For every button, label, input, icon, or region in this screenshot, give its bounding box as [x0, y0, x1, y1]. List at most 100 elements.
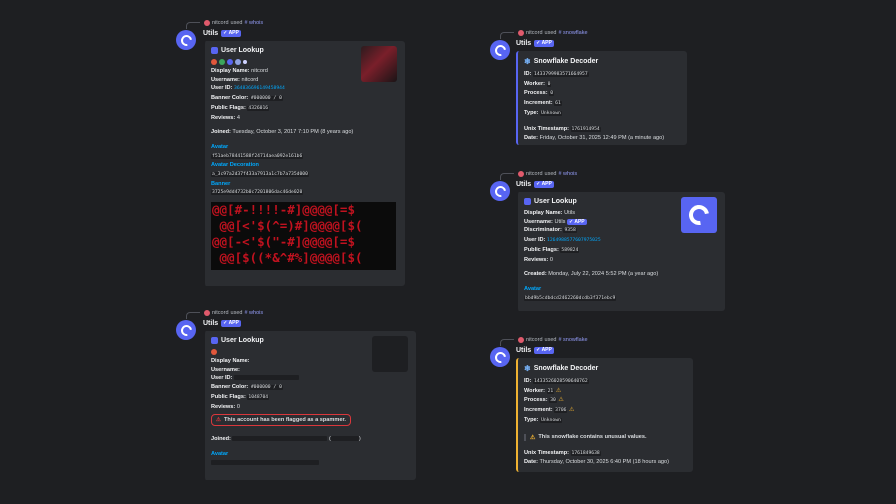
badge-icon	[219, 59, 225, 65]
process-value: 30	[549, 398, 557, 404]
username: Utils	[554, 218, 566, 225]
user-lookup-embed: User Lookup Display Name: nitcord Userna…	[203, 41, 405, 286]
reply-command[interactable]: # whois	[244, 20, 263, 26]
discord-bot-avatar-icon	[492, 183, 508, 199]
reply-header[interactable]: nitcord used # snowflake	[500, 336, 588, 346]
bot-avatar[interactable]	[176, 30, 196, 50]
increment-value: 3706	[554, 408, 568, 414]
message-author: Utils ✓ APP	[516, 181, 554, 188]
app-tag: ✓ APP	[566, 218, 587, 225]
discord-bot-avatar-icon	[685, 201, 713, 229]
user-lookup-embed: User Lookup Display Name: Username: User…	[203, 331, 416, 480]
warning-icon: ⚠	[216, 417, 222, 424]
public-flags: 1048704	[247, 394, 270, 400]
author-name[interactable]: Utils	[203, 320, 218, 327]
banner-link[interactable]: Banner	[211, 181, 230, 187]
message-author: Utils ✓ APP	[203, 30, 241, 37]
badge-icon	[211, 349, 217, 355]
banner-color: #000000 / 0	[249, 96, 283, 102]
lookup-icon	[211, 47, 218, 54]
increment-value: 61	[554, 101, 562, 107]
public-flags: 4326016	[247, 105, 270, 111]
public-flags: 589824	[560, 247, 580, 253]
app-tag: ✓ APP	[534, 40, 554, 47]
unix-timestamp: 1761914954	[570, 126, 601, 132]
app-tag: ✓ APP	[221, 320, 241, 327]
user-avatar-icon	[518, 336, 524, 343]
process-value: 0	[549, 91, 555, 97]
unix-timestamp: 1761849638	[570, 450, 601, 456]
avatar-thumbnail[interactable]	[361, 46, 397, 82]
reply-connector	[186, 22, 200, 29]
message-author: Utils ✓ APP	[516, 347, 554, 354]
bot-avatar[interactable]	[490, 347, 510, 367]
redacted-avatar-hash	[211, 459, 319, 465]
badge-icon	[227, 59, 233, 65]
user-avatar-icon	[204, 19, 210, 26]
app-tag: ✓ APP	[534, 181, 554, 188]
reply-connector	[500, 339, 514, 346]
snowflake-id: 1433799983571664957	[533, 72, 589, 77]
snowflake-icon: ❄	[524, 364, 531, 373]
reviews-count: 4	[236, 114, 240, 121]
reply-user[interactable]: nitcord	[526, 30, 543, 36]
reply-command[interactable]: # whois	[244, 310, 263, 316]
worker-value: 21	[546, 388, 555, 394]
reply-header[interactable]: nitcord used # whois	[500, 170, 577, 180]
avatar-link[interactable]: Avatar	[211, 144, 228, 150]
user-id-link[interactable]: 364836696149458944	[234, 86, 285, 91]
redacted-relative-time	[330, 436, 359, 442]
author-name[interactable]: Utils	[516, 347, 531, 354]
bot-avatar[interactable]	[490, 40, 510, 60]
avatar-link[interactable]: Avatar	[211, 451, 228, 457]
badge-icon	[243, 60, 247, 64]
reply-header[interactable]: nitcord used # snowflake	[500, 29, 588, 39]
avatar-link[interactable]: Avatar	[524, 286, 541, 292]
embed-title: ❄ Snowflake Decoder	[524, 57, 599, 66]
author-name[interactable]: Utils	[516, 40, 531, 47]
type-value: Unknown	[540, 417, 562, 423]
app-tag: ✓ APP	[534, 347, 554, 354]
discriminator: 9358	[563, 228, 577, 234]
warning-icon: ⚠	[569, 407, 575, 414]
reply-user[interactable]: nitcord	[212, 20, 229, 26]
badge-icon	[211, 59, 217, 65]
snowflake-date: Thursday, October 30, 2025 6:40 PM (18 h…	[539, 459, 670, 466]
reply-command[interactable]: # snowflake	[558, 337, 587, 343]
user-avatar-icon	[204, 309, 210, 316]
warning-icon: ⚠	[530, 434, 536, 441]
avatar-thumbnail[interactable]	[372, 336, 408, 372]
joined-date: Tuesday, October 3, 2017 7:10 PM (8 year…	[232, 129, 354, 136]
badge-icon	[235, 59, 241, 65]
bot-avatar[interactable]	[490, 181, 510, 201]
reply-command[interactable]: # snowflake	[558, 30, 587, 36]
reply-header[interactable]: nitcord used # whois	[186, 19, 263, 29]
snowflake-embed: ❄ Snowflake Decoder ID: 14335260285906407…	[516, 358, 693, 472]
banner-image[interactable]: @@[#-!!!!-#]@@@@[=$ @@[<'$(^=)#]@@@@[$( …	[211, 202, 396, 271]
message-author: Utils ✓ APP	[203, 320, 241, 327]
avatar-decoration-link[interactable]: Avatar Decoration	[211, 162, 259, 168]
reply-command[interactable]: # whois	[558, 171, 577, 177]
lookup-icon	[211, 337, 218, 344]
discord-bot-avatar-icon	[178, 32, 194, 48]
reviews-count: 0	[549, 256, 553, 263]
user-id-link[interactable]: 1264988577607975025	[547, 238, 601, 243]
banner-color: #000000 / 0	[249, 385, 283, 391]
warning-icon: ⚠	[555, 387, 562, 394]
banner-hash: 3725e9dd4732b0c7201806dac46de020	[211, 190, 304, 196]
avatar-decoration-hash: a_3c97a2d37f433a7913a1c7b7a735d000	[211, 172, 309, 178]
snowflake-id: 1433526028590640762	[533, 379, 589, 384]
unusual-values-note: ⚠ This snowflake contains unusual values.	[524, 433, 687, 441]
bot-avatar[interactable]	[176, 320, 196, 340]
author-name[interactable]: Utils	[516, 181, 531, 188]
redacted-user-id	[234, 375, 300, 381]
discord-bot-avatar-icon	[178, 322, 194, 338]
reply-header[interactable]: nitcord used # whois	[186, 309, 263, 319]
reply-user[interactable]: nitcord	[526, 337, 543, 343]
author-name[interactable]: Utils	[203, 30, 218, 37]
reply-user[interactable]: nitcord	[526, 171, 543, 177]
avatar-thumbnail[interactable]	[681, 197, 717, 233]
reviews-count: 0	[236, 403, 240, 410]
reply-user[interactable]: nitcord	[212, 310, 229, 316]
lookup-icon	[524, 198, 531, 205]
